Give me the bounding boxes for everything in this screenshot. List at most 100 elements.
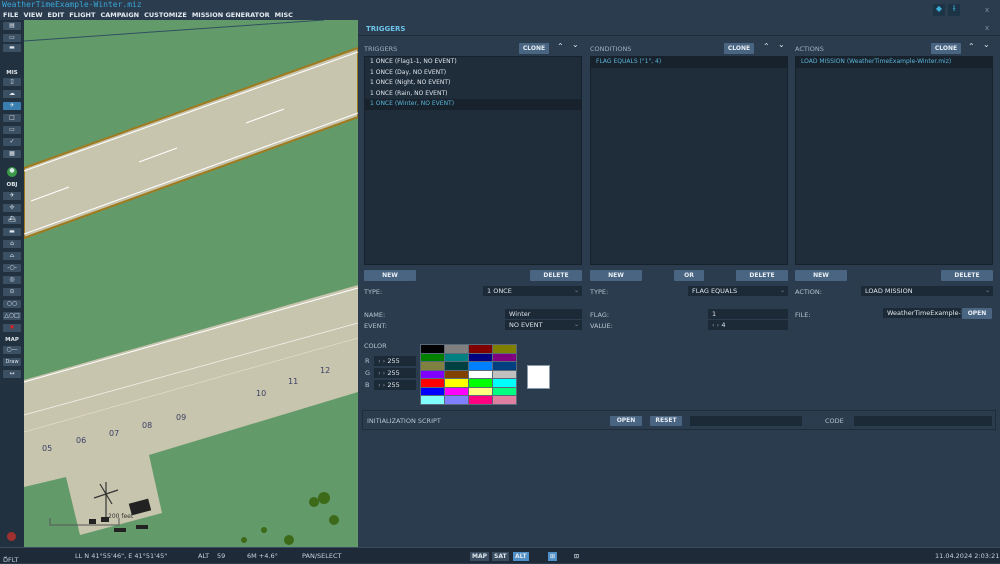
convoy-icon[interactable]: ⌓ <box>3 252 21 260</box>
actions-list[interactable]: LOAD MISSION (WeatherTimeExample-Winter.… <box>795 56 993 265</box>
code-input[interactable] <box>854 416 992 426</box>
layers-icon[interactable]: ⊞ <box>548 552 558 561</box>
list-item[interactable]: 1 ONCE (Rain, NO EVENT) <box>365 89 581 100</box>
new-action-button[interactable]: NEW <box>795 270 847 281</box>
record-icon[interactable] <box>7 532 16 541</box>
menu-file[interactable]: FILE <box>3 10 18 20</box>
color-swatch[interactable] <box>420 369 445 379</box>
color-swatch[interactable] <box>468 369 493 379</box>
menu-misc[interactable]: MISC <box>275 10 293 20</box>
trigger-type-select[interactable]: 1 ONCE ⌄ <box>483 286 582 296</box>
list-item[interactable]: 1 ONCE (Flag1-1, NO EVENT) <box>365 57 581 68</box>
value-stepper[interactable]: ‹ › 4 <box>708 320 788 330</box>
menu-campaign[interactable]: CAMPAIGN <box>100 10 139 20</box>
color-swatch[interactable] <box>492 352 517 362</box>
color-swatch[interactable] <box>492 386 517 396</box>
color-swatch[interactable] <box>444 344 469 354</box>
color-swatch[interactable] <box>468 378 493 388</box>
color-swatch[interactable] <box>492 378 517 388</box>
radar-icon[interactable]: ⊙ <box>3 288 21 296</box>
list-item[interactable]: FLAG EQUALS ("1", 4) <box>591 57 787 68</box>
list-item[interactable]: 1 ONCE (Night, NO EVENT) <box>365 78 581 89</box>
color-swatch[interactable] <box>492 361 517 371</box>
ship-icon[interactable]: ⛴ <box>3 216 21 224</box>
move-up-icon[interactable]: ⌃ <box>763 42 770 51</box>
wifi-icon[interactable]: ◆ <box>933 4 945 16</box>
new-condition-button[interactable]: NEW <box>590 270 642 281</box>
color-swatch[interactable] <box>492 369 517 379</box>
color-swatch[interactable] <box>420 395 445 405</box>
r-channel-stepper[interactable]: ‹ › 255 <box>374 356 416 366</box>
sat-view-button[interactable]: SAT <box>492 552 509 561</box>
color-swatch[interactable] <box>468 395 493 405</box>
condition-type-select[interactable]: FLAG EQUALS ⌄ <box>688 286 788 296</box>
list-item[interactable]: 1 ONCE (Day, NO EVENT) <box>365 68 581 79</box>
new-trigger-button[interactable]: NEW <box>364 270 416 281</box>
color-swatch[interactable] <box>468 361 493 371</box>
menu-view[interactable]: VIEW <box>23 10 42 20</box>
clone-condition-button[interactable]: CLONE <box>724 43 754 54</box>
color-swatch[interactable] <box>444 369 469 379</box>
color-swatch[interactable] <box>444 361 469 371</box>
color-swatch[interactable] <box>420 378 445 388</box>
delete-condition-button[interactable]: DELETE <box>736 270 788 281</box>
triggers-list[interactable]: 1 ONCE (Flag1-1, NO EVENT) 1 ONCE (Day, N… <box>364 56 582 265</box>
clone-trigger-button[interactable]: CLONE <box>519 43 549 54</box>
action-select[interactable]: LOAD MISSION ⌄ <box>861 286 993 296</box>
nav-icon[interactable]: ● <box>7 167 17 177</box>
save-icon[interactable]: ▬ <box>3 44 21 52</box>
menu-flight[interactable]: FLIGHT <box>69 10 95 20</box>
vehicle-icon[interactable]: ▬ <box>3 228 21 236</box>
delete-trigger-button[interactable]: DELETE <box>530 270 582 281</box>
init-file-input[interactable] <box>690 416 802 426</box>
ruler-icon[interactable]: ○— <box>3 346 21 354</box>
file-input[interactable]: WeatherTimeExample-W <box>883 308 961 318</box>
fit-icon[interactable]: ⊡ <box>572 552 581 561</box>
color-swatch[interactable] <box>420 361 445 371</box>
open-folder-icon[interactable]: ▭ <box>3 34 21 42</box>
color-swatch[interactable] <box>444 378 469 388</box>
trigger-name-input[interactable]: Winter <box>505 309 582 319</box>
color-swatch[interactable] <box>444 395 469 405</box>
move-down-icon[interactable]: ⌄ <box>778 40 785 49</box>
stepper-arrows-icon[interactable]: ‹ › <box>712 321 721 329</box>
alt-view-button[interactable]: ALT <box>513 552 529 561</box>
static-icon[interactable]: -○- <box>3 264 21 272</box>
helicopter-icon[interactable]: ✢ <box>3 204 21 212</box>
delete-icon[interactable]: ✖ <box>3 324 21 332</box>
plane-icon[interactable]: ✈ <box>3 192 21 200</box>
clone-action-button[interactable]: CLONE <box>931 43 961 54</box>
color-swatch[interactable] <box>492 344 517 354</box>
init-reset-button[interactable]: RESET <box>650 416 682 426</box>
init-open-button[interactable]: OPEN <box>610 416 642 426</box>
or-button[interactable]: OR <box>674 270 704 281</box>
structure-icon[interactable]: ⌂ <box>3 240 21 248</box>
close-panel-icon[interactable]: x <box>985 24 989 32</box>
map-view[interactable]: 05 06 07 08 09 10 11 12 200 feet <box>24 20 358 547</box>
color-swatch[interactable] <box>420 344 445 354</box>
shapes-icon[interactable]: △○□ <box>3 312 21 320</box>
color-swatch[interactable] <box>468 344 493 354</box>
draw-button[interactable]: Draw <box>3 358 21 366</box>
map-view-button[interactable]: MAP <box>470 552 490 561</box>
conditions-list[interactable]: FLAG EQUALS ("1", 4) <box>590 56 788 265</box>
group-icon[interactable]: ○○ <box>3 300 21 308</box>
resources-icon[interactable]: ▦ <box>3 150 21 158</box>
antenna-icon[interactable]: Ɨ <box>948 4 960 16</box>
menu-customize[interactable]: CUSTOMIZE <box>144 10 187 20</box>
target-icon[interactable]: ◎ <box>3 276 21 284</box>
g-channel-stepper[interactable]: ‹ › 255 <box>374 368 416 378</box>
event-select[interactable]: NO EVENT ⌄ <box>505 320 582 330</box>
measure-icon[interactable]: ↔ <box>3 370 21 378</box>
trigger-zone-icon[interactable]: □ <box>3 114 21 122</box>
stepper-arrows-icon[interactable]: ‹ › <box>378 369 387 377</box>
stepper-arrows-icon[interactable]: ‹ › <box>378 357 387 365</box>
list-item[interactable]: 1 ONCE (Winter, NO EVENT) <box>365 99 581 110</box>
flag-input[interactable]: 1 <box>708 309 788 319</box>
menu-mission-generator[interactable]: MISSION GENERATOR <box>192 10 270 20</box>
color-swatch[interactable] <box>444 352 469 362</box>
open-file-button[interactable]: OPEN <box>962 308 992 319</box>
color-swatch[interactable] <box>492 395 517 405</box>
aircraft-cloud-icon[interactable]: ✈ <box>3 102 21 110</box>
b-channel-stepper[interactable]: ‹ › 255 <box>374 380 416 390</box>
